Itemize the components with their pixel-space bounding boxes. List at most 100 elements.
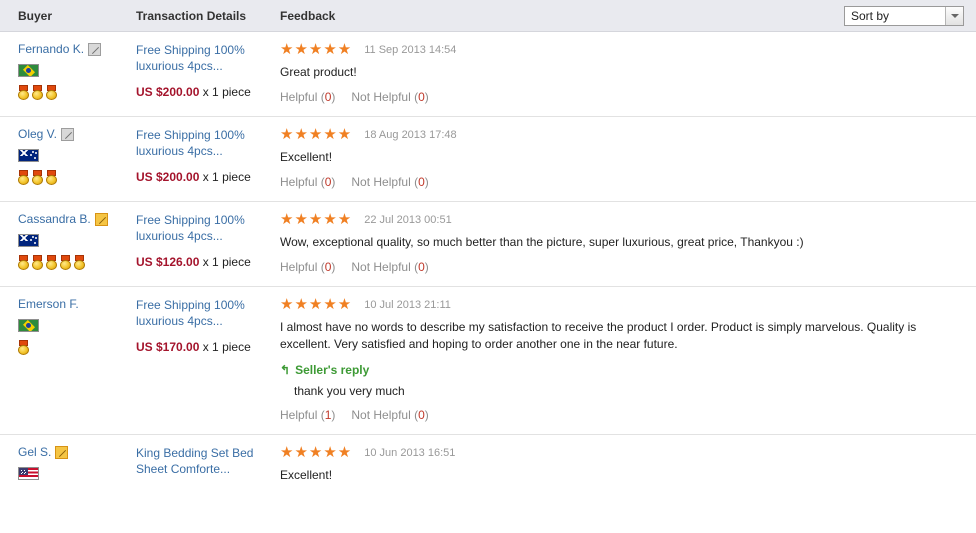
feedback-row: Cassandra B. Free Shipping 100% luxurious… <box>0 202 976 287</box>
not-helpful-link[interactable]: Not Helpful (0) <box>351 260 428 274</box>
buyer-name-line: Oleg V. <box>18 127 136 142</box>
transaction-details-cell: Free Shipping 100% luxurious 4pcs... US $… <box>136 212 280 270</box>
feedback-row-list: Fernando K. Free Shipping 100% luxurious … <box>0 32 976 496</box>
feedback-row: Oleg V. Free Shipping 100% luxurious 4pcs… <box>0 117 976 202</box>
feedback-actions: Helpful (0) Not Helpful (0) <box>280 90 964 104</box>
not-helpful-count: 0 <box>418 408 425 422</box>
medal-icon <box>18 255 29 270</box>
item-price: US $126.00 <box>136 255 200 269</box>
not-helpful-link[interactable]: Not Helpful (0) <box>351 90 428 104</box>
item-title-link[interactable]: Free Shipping 100% luxurious 4pcs... <box>136 212 270 244</box>
feedback-cell: ★★★★★ 11 Sep 2013 14:54 Great product! Help… <box>280 42 976 105</box>
feedback-rating-line: ★★★★★ 22 Jul 2013 00:51 <box>280 212 964 228</box>
seller-reply-header: ↰ Seller's reply <box>280 363 964 377</box>
buyer-name-link[interactable]: Fernando K. <box>18 42 84 57</box>
medal-icon <box>18 85 29 100</box>
seller-reply-text: thank you very much <box>294 384 405 398</box>
helpful-count: 0 <box>324 260 332 274</box>
helpful-count: 0 <box>324 90 332 104</box>
feedback-rating-line: ★★★★★ 18 Aug 2013 17:48 <box>280 127 964 143</box>
not-helpful-link[interactable]: Not Helpful (0) <box>351 408 428 422</box>
buyer-badge-icon[interactable] <box>60 128 74 141</box>
item-price: US $200.00 <box>136 170 200 184</box>
buyer-cell: Gel S. <box>0 445 136 480</box>
medal-icon <box>18 170 29 185</box>
medal-icon <box>18 340 29 355</box>
buyer-cell: Emerson F. <box>0 297 136 355</box>
chevron-down-icon <box>950 14 959 18</box>
sort-by-toggle-button[interactable] <box>945 7 963 25</box>
buyer-badge-icon[interactable] <box>55 446 69 459</box>
feedback-comment: Excellent! <box>280 468 333 482</box>
feedback-comment: Great product! <box>280 65 357 79</box>
item-title-link[interactable]: Free Shipping 100% luxurious 4pcs... <box>136 297 270 329</box>
feedback-actions: Helpful (0) Not Helpful (0) <box>280 175 964 189</box>
country-flag-icon <box>18 149 39 162</box>
helpful-count: 1 <box>324 408 332 422</box>
buyer-badge-icon[interactable] <box>94 213 108 226</box>
buyer-badge-icon[interactable] <box>88 43 102 56</box>
transaction-details-cell: Free Shipping 100% luxurious 4pcs... US $… <box>136 297 280 355</box>
buyer-name-link[interactable]: Emerson F. <box>18 297 79 312</box>
item-title-link[interactable]: Free Shipping 100% luxurious 4pcs... <box>136 42 270 74</box>
item-title-link[interactable]: King Bedding Set Bed Sheet Comforte... <box>136 445 270 477</box>
helpful-link[interactable]: Helpful (1) <box>280 408 335 422</box>
buyer-name-line: Emerson F. <box>18 297 136 312</box>
item-quantity: x 1 piece <box>199 255 251 269</box>
buyer-cell: Cassandra B. <box>0 212 136 270</box>
medal-icon <box>46 170 57 185</box>
feedback-comment: Excellent! <box>280 150 333 164</box>
buyer-name-link[interactable]: Oleg V. <box>18 127 57 142</box>
feedback-rating-line: ★★★★★ 10 Jul 2013 21:11 <box>280 297 964 313</box>
medal-icon <box>46 255 57 270</box>
country-flag-icon <box>18 319 39 332</box>
star-rating-icon: ★★★★★ <box>280 126 353 143</box>
transaction-details-cell: Free Shipping 100% luxurious 4pcs... US $… <box>136 42 280 100</box>
feedback-comment: Wow, exceptional quality, so much better… <box>280 235 804 249</box>
medal-icon <box>46 85 57 100</box>
feedback-comment: I almost have no words to describe my sa… <box>280 320 917 351</box>
feedback-cell: ★★★★★ 10 Jul 2013 21:11 I almost have no w… <box>280 297 976 423</box>
feedback-row: Gel S. King Bedding Set Bed Sheet Comfort… <box>0 435 976 496</box>
country-flag-icon <box>18 234 39 247</box>
not-helpful-count: 0 <box>418 260 425 274</box>
item-quantity: x 1 piece <box>199 85 251 99</box>
feedback-table-header: Buyer Transaction Details Feedback Sort … <box>0 0 976 32</box>
price-line: US $170.00 x 1 piece <box>136 339 270 355</box>
feedback-actions: Helpful (1) Not Helpful (0) <box>280 408 964 422</box>
not-helpful-link[interactable]: Not Helpful (0) <box>351 175 428 189</box>
feedback-date: 10 Jun 2013 16:51 <box>364 447 456 459</box>
sort-by-value[interactable]: Sort by <box>845 7 945 25</box>
item-price: US $200.00 <box>136 85 200 99</box>
buyer-name-link[interactable]: Cassandra B. <box>18 212 91 227</box>
medal-icon <box>32 170 43 185</box>
seller-reply-title: Seller's reply <box>295 363 370 377</box>
helpful-link[interactable]: Helpful (0) <box>280 260 335 274</box>
feedback-date: 11 Sep 2013 14:54 <box>364 44 457 56</box>
buyer-name-line: Cassandra B. <box>18 212 136 227</box>
medal-icon <box>74 255 85 270</box>
star-rating-icon: ★★★★★ <box>280 444 353 461</box>
item-title-link[interactable]: Free Shipping 100% luxurious 4pcs... <box>136 127 270 159</box>
feedback-score-medals <box>18 85 136 100</box>
buyer-name-link[interactable]: Gel S. <box>18 445 51 460</box>
transaction-details-cell: Free Shipping 100% luxurious 4pcs... US $… <box>136 127 280 185</box>
item-price: US $170.00 <box>136 340 200 354</box>
feedback-actions: Helpful (0) Not Helpful (0) <box>280 260 964 274</box>
buyer-cell: Oleg V. <box>0 127 136 185</box>
star-rating-icon: ★★★★★ <box>280 296 353 313</box>
transaction-details-cell: King Bedding Set Bed Sheet Comforte... <box>136 445 280 477</box>
helpful-link[interactable]: Helpful (0) <box>280 90 335 104</box>
price-line: US $126.00 x 1 piece <box>136 254 270 270</box>
star-rating-icon: ★★★★★ <box>280 211 353 228</box>
feedback-cell: ★★★★★ 22 Jul 2013 00:51 Wow, exceptional q… <box>280 212 976 275</box>
helpful-count: 0 <box>324 175 332 189</box>
feedback-date: 22 Jul 2013 00:51 <box>364 214 452 226</box>
item-quantity: x 1 piece <box>199 340 251 354</box>
country-flag-icon <box>18 64 39 77</box>
buyer-name-line: Gel S. <box>18 445 136 460</box>
sort-by-dropdown[interactable]: Sort by <box>844 6 964 26</box>
buyer-cell: Fernando K. <box>0 42 136 100</box>
not-helpful-count: 0 <box>418 90 425 104</box>
helpful-link[interactable]: Helpful (0) <box>280 175 335 189</box>
